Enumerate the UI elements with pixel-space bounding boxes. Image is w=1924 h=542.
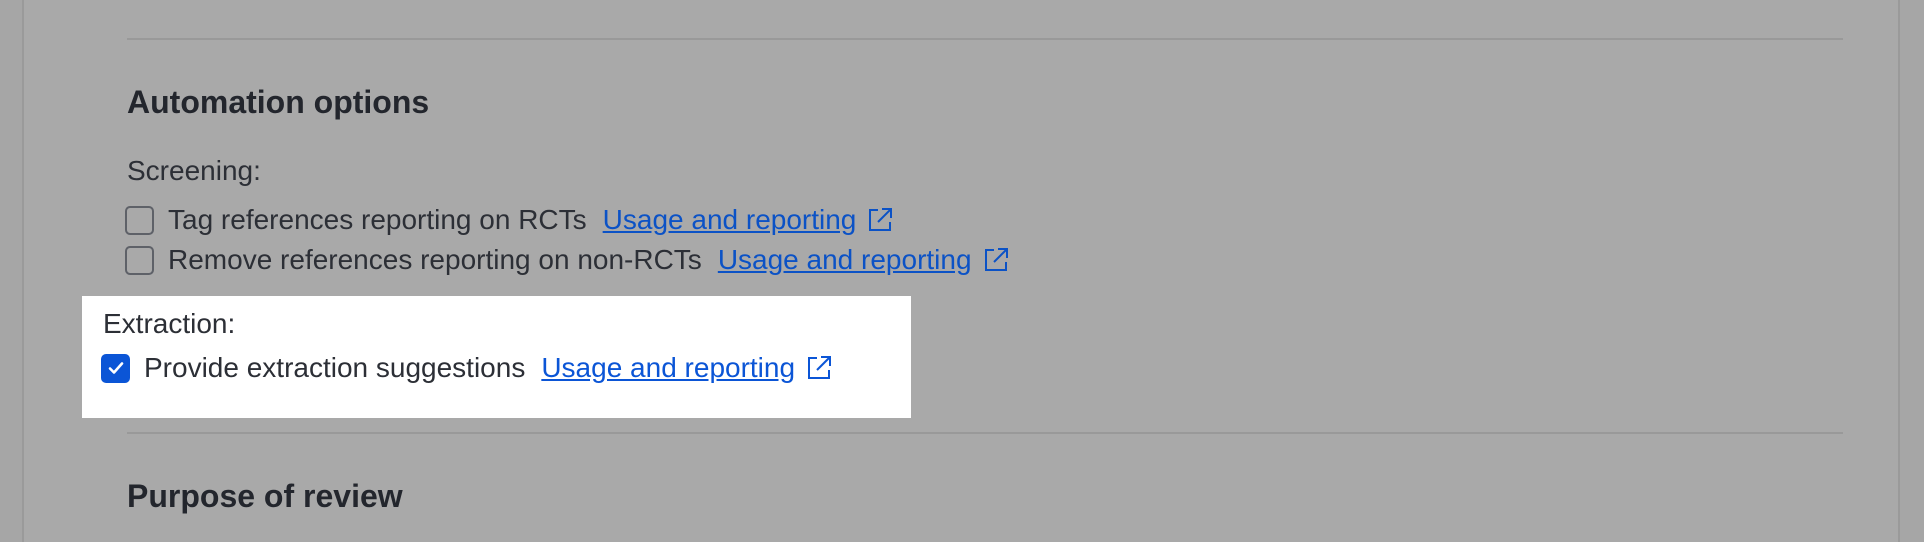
- section-divider-top: [127, 38, 1843, 40]
- settings-panel: Automation options Screening: Tag refere…: [22, 0, 1900, 542]
- remove-non-rcts-usage-link[interactable]: Usage and reporting: [718, 244, 972, 276]
- screening-option-tag-rcts: Tag references reporting on RCTs Usage a…: [125, 203, 894, 237]
- purpose-of-review-heading: Purpose of review: [127, 478, 403, 514]
- external-link-icon[interactable]: [866, 206, 894, 234]
- extraction-option-suggestions: Provide extraction suggestions Usage and…: [101, 351, 833, 385]
- external-link-icon[interactable]: [982, 246, 1010, 274]
- extraction-suggestions-label: Provide extraction suggestions: [144, 352, 526, 383]
- tag-rcts-usage-link[interactable]: Usage and reporting: [603, 204, 857, 236]
- check-icon: [108, 362, 123, 374]
- screening-option-remove-non-rcts: Remove references reporting on non-RCTs …: [125, 243, 1010, 277]
- extraction-suggestions-checkbox[interactable]: [101, 353, 130, 383]
- extraction-usage-link[interactable]: Usage and reporting: [541, 352, 795, 384]
- automation-options-heading: Automation options: [127, 84, 430, 120]
- tag-rcts-checkbox[interactable]: [125, 205, 154, 235]
- section-divider-middle: [127, 432, 1843, 434]
- tag-rcts-label: Tag references reporting on RCTs: [168, 204, 587, 235]
- extraction-spotlight: Extraction: Provide extraction suggestio…: [82, 296, 911, 418]
- remove-non-rcts-label: Remove references reporting on non-RCTs: [168, 244, 702, 275]
- extraction-label: Extraction:: [103, 308, 236, 339]
- remove-non-rcts-checkbox[interactable]: [125, 245, 154, 275]
- external-link-icon[interactable]: [805, 354, 833, 382]
- screening-label: Screening:: [127, 155, 261, 186]
